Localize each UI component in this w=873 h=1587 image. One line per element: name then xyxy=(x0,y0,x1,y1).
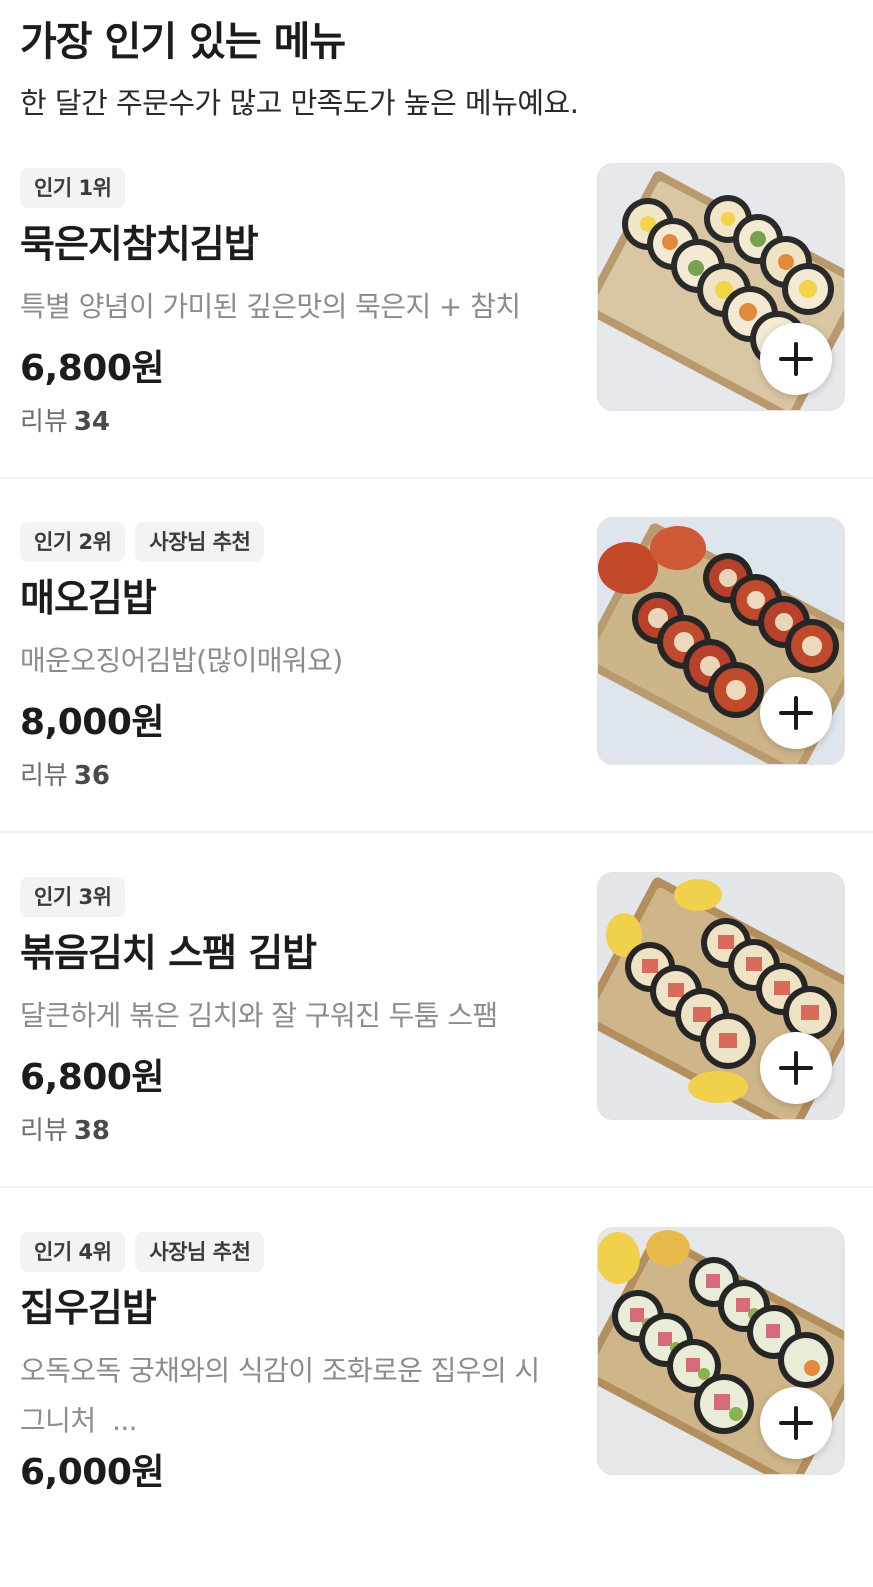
menu-item-name: 묵은지참치김밥 xyxy=(20,222,259,266)
review-label: 리뷰 xyxy=(20,407,68,437)
menu-item-name: 매오김밥 xyxy=(20,576,157,620)
section-subtitle: 한 달간 주문수가 많고 만족도가 높은 메뉴예요. xyxy=(20,86,579,120)
plus-icon xyxy=(779,342,813,376)
add-to-cart-button[interactable] xyxy=(760,1387,832,1459)
rank-badge: 인기 2위 xyxy=(20,522,126,562)
rank-badge: 인기 1위 xyxy=(20,168,126,208)
review-label: 리뷰 xyxy=(20,761,68,791)
plus-icon xyxy=(779,1406,813,1440)
menu-item[interactable]: 인기 3위 볶음김치 스팸 김밥 달큰하게 볶은 김치와 잘 구워진 두툼 스팸… xyxy=(0,872,873,1232)
menu-item-reviews: 리뷰 34 xyxy=(20,402,110,442)
rank-badge: 인기 4위 xyxy=(20,1232,126,1272)
review-label: 리뷰 xyxy=(20,1116,68,1146)
menu-item-price: 6,800원 xyxy=(20,348,165,389)
section-header: 가장 인기 있는 메뉴 한 달간 주문수가 많고 만족도가 높은 메뉴예요. xyxy=(20,14,853,124)
menu-item-name: 집우김밥 xyxy=(20,1286,157,1330)
plus-icon xyxy=(779,1051,813,1085)
owner-pick-badge: 사장님 추천 xyxy=(135,522,265,562)
menu-item-description: 달큰하게 볶은 김치와 잘 구워진 두툼 스팸 xyxy=(20,999,498,1032)
add-to-cart-button[interactable] xyxy=(760,1032,832,1104)
divider xyxy=(0,1186,873,1188)
menu-item[interactable]: 인기 1위 묵은지참치김밥 특별 양념이 가미된 깊은맛의 묵은지 + 참치 6… xyxy=(0,163,873,523)
menu-item-description: 특별 양념이 가미된 깊은맛의 묵은지 + 참치 xyxy=(20,290,521,323)
review-count: 36 xyxy=(73,761,111,791)
owner-pick-badge: 사장님 추천 xyxy=(135,1232,265,1272)
divider xyxy=(0,477,873,479)
description-line: 오독오독 궁채와의 식감이 조화로운 집우의 시 xyxy=(20,1354,540,1387)
section-title: 가장 인기 있는 메뉴 xyxy=(20,19,346,65)
menu-item-reviews: 리뷰 36 xyxy=(20,756,110,796)
description-line: 그니처 ... xyxy=(20,1404,138,1437)
badge-group: 인기 2위 사장님 추천 xyxy=(20,522,265,562)
menu-item[interactable]: 인기 2위 사장님 추천 매오김밥 매운오징어김밥(많이매워요) 8,000원 … xyxy=(0,517,873,877)
menu-item-name: 볶음김치 스팸 김밥 xyxy=(20,931,317,975)
badge-group: 인기 4위 사장님 추천 xyxy=(20,1232,265,1272)
badge-group: 인기 3위 xyxy=(20,877,126,917)
menu-item-description: 매운오징어김밥(많이매워요) xyxy=(20,644,343,677)
menu-item[interactable]: 인기 4위 사장님 추천 집우김밥 오독오독 궁채와의 식감이 조화로운 집우의… xyxy=(0,1227,873,1587)
rank-badge: 인기 3위 xyxy=(20,877,126,917)
plus-icon xyxy=(779,696,813,730)
menu-item-price: 8,000원 xyxy=(20,702,165,743)
menu-item-price: 6,800원 xyxy=(20,1057,165,1098)
add-to-cart-button[interactable] xyxy=(760,323,832,395)
badge-group: 인기 1위 xyxy=(20,168,126,208)
divider xyxy=(0,831,873,833)
review-count: 38 xyxy=(73,1116,111,1146)
menu-item-price: 6,000원 xyxy=(20,1452,165,1493)
add-to-cart-button[interactable] xyxy=(760,677,832,749)
review-count: 34 xyxy=(73,407,111,437)
menu-item-reviews: 리뷰 38 xyxy=(20,1111,110,1151)
menu-item-description: 오독오독 궁채와의 식감이 조화로운 집우의 시 그니처 ... xyxy=(20,1346,580,1446)
